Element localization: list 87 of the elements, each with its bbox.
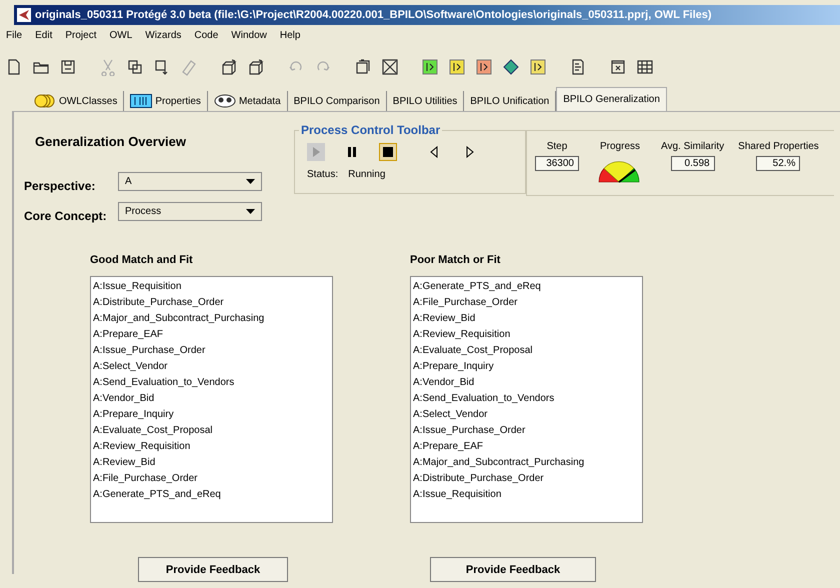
window-icon[interactable] [609,58,627,76]
forward-icon [464,146,476,158]
cube-icon[interactable] [247,58,265,76]
shared-properties-value: 52.% [756,156,800,171]
list-item[interactable]: A:Select_Vendor [413,407,642,423]
list-item[interactable]: A:File_Purchase_Order [93,471,332,487]
caret-icon [246,178,255,184]
tag-icon[interactable] [421,58,439,76]
list-item[interactable]: A:Review_Bid [93,455,332,471]
list-item[interactable]: A:Vendor_Bid [93,391,332,407]
stat-label: Avg. Similarity [661,141,724,152]
pause-icon [346,146,358,158]
similarity-value: 0.598 [670,156,715,171]
back-icon [428,146,440,158]
step-value: 36300 [535,156,579,171]
tab[interactable]: Properties [124,91,208,111]
section-title: Generalization Overview [35,134,188,149]
menu-item[interactable]: Project [65,30,96,46]
menu-item[interactable]: Wizards [145,30,182,46]
circles-icon [34,94,56,108]
property-icon [130,94,152,108]
x-icon[interactable] [381,58,399,76]
stop-button[interactable] [379,143,397,161]
list-item[interactable]: A:Generate_PTS_and_eReq [93,487,332,503]
list-item[interactable]: A:Vendor_Bid [413,375,642,391]
list-item[interactable]: A:Evaluate_Cost_Proposal [413,343,642,359]
list-item[interactable]: A:Prepare_EAF [413,439,642,455]
app-logo-icon [17,8,31,22]
copy-icon[interactable] [126,58,144,76]
tab[interactable]: BPILO Comparison [288,91,387,111]
feedback-button[interactable]: Provide Feedback [430,557,596,582]
status-label: Status: [307,169,338,180]
list-item[interactable]: A:File_Purchase_Order [413,295,642,311]
dropdown[interactable]: A [118,172,262,190]
tab[interactable]: BPILO Generalization [556,87,667,111]
play-icon [310,146,322,158]
list-item[interactable]: A:Distribute_Purchase_Order [413,471,642,487]
window-title: originals_050311 Protégé 3.0 beta (file:\G:\Project\R2004.00220.001_BPILO\Software\Ontologies\originals_050311.pprj, OWL Files) [35,9,712,21]
list-item[interactable]: A:Major_and_Subcontract_Purchasing [93,311,332,327]
mask-icon [214,94,236,108]
field-label: Perspective: [24,178,96,193]
cube-icon[interactable] [220,58,238,76]
stat-label: Step [546,141,568,152]
list-item[interactable]: A:Prepare_Inquiry [93,407,332,423]
tag-icon[interactable] [448,58,466,76]
menu-item[interactable]: File [6,30,22,46]
tab[interactable]: BPILO Utilities [386,91,464,111]
list-item[interactable]: A:Issue_Purchase_Order [413,423,642,439]
diamond-icon[interactable] [502,58,520,76]
tag-icon[interactable] [529,58,547,76]
save-icon[interactable] [59,58,77,76]
menu-item[interactable]: Edit [35,30,52,46]
list-item[interactable]: A:Send_Evaluation_to_Vendors [413,391,642,407]
stat-label: Progress [600,141,640,152]
tab[interactable]: OWLClasses [28,91,124,111]
menu-item[interactable]: Window [231,30,267,46]
feedback-button[interactable]: Provide Feedback [138,557,288,582]
list-item[interactable]: A:Generate_PTS_and_eReq [413,279,642,295]
list-item[interactable]: A:Prepare_EAF [93,327,332,343]
list-item[interactable]: A:Review_Requisition [413,327,642,343]
list-item[interactable]: A:Issue_Requisition [93,279,332,295]
tag-icon[interactable] [475,58,493,76]
status-value: Running [348,169,386,180]
list-item[interactable]: A:Prepare_Inquiry [413,359,642,375]
tab[interactable]: Metadata [208,91,288,111]
list-title: Good Match and Fit [90,254,194,268]
list-item[interactable]: A:Review_Bid [413,311,642,327]
list-item[interactable]: A:Evaluate_Cost_Proposal [93,423,332,439]
menu-item[interactable]: OWL [109,30,132,46]
list-item[interactable]: A:Send_Evaluation_to_Vendors [93,375,332,391]
grid-icon[interactable] [636,58,654,76]
field-label: Core Concept: [24,208,108,223]
menu-item[interactable]: Code [194,30,218,46]
list-item[interactable]: A:Issue_Requisition [413,487,642,503]
list-title: Poor Match or Fit [410,254,502,268]
panel-title: Process Control Toolbar [299,123,442,137]
stack-icon[interactable] [354,58,372,76]
stat-label: Shared Properties [738,141,819,152]
list-item[interactable]: A:Distribute_Purchase_Order [93,295,332,311]
menu-item[interactable]: Help [280,30,300,46]
caret-icon [246,208,255,214]
list-item[interactable]: A:Major_and_Subcontract_Purchasing [413,455,642,471]
stop-icon [382,146,394,158]
list-item[interactable]: A:Review_Requisition [93,439,332,455]
list-item[interactable]: A:Select_Vendor [93,359,332,375]
list-item[interactable]: A:Issue_Purchase_Order [93,343,332,359]
dropdown[interactable]: Process [118,202,262,220]
